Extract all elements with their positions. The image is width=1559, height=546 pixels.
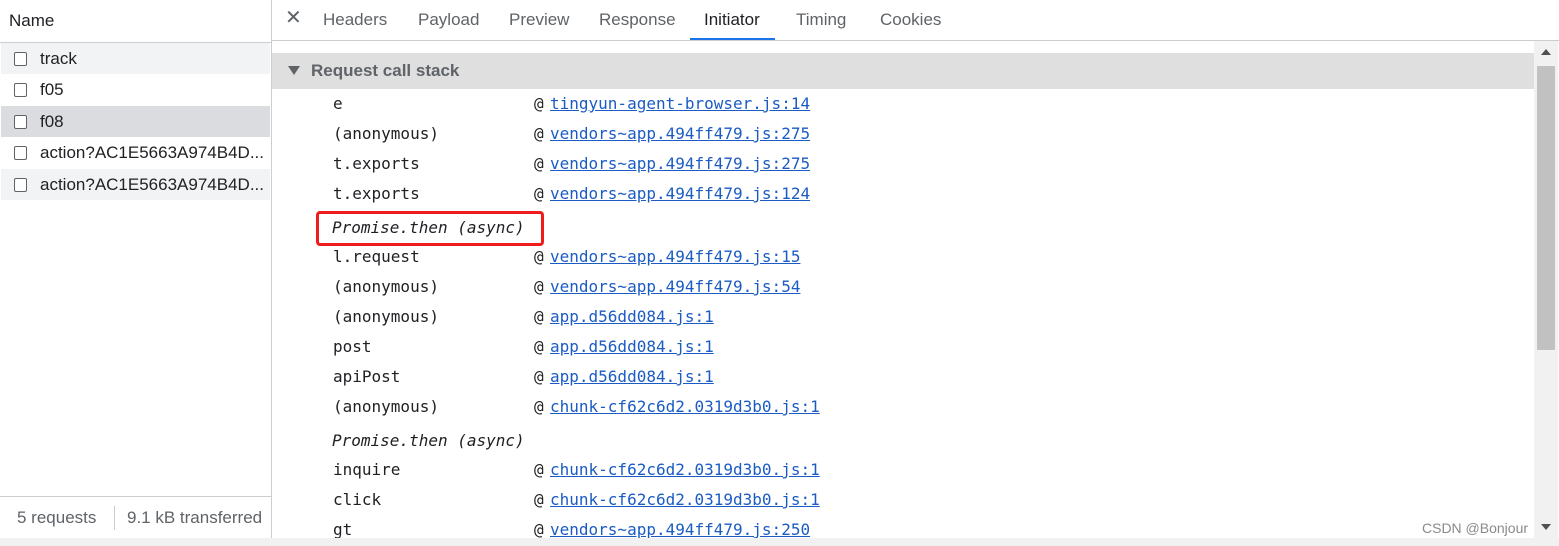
summary-bar: 5 requests 9.1 kB transferred xyxy=(0,496,271,539)
summary-divider xyxy=(114,506,115,530)
stack-frame: t.exports @ vendors~app.494ff479.js:124 xyxy=(272,179,1534,209)
request-checkbox[interactable] xyxy=(14,145,27,160)
frame-source-link[interactable]: app.d56dd084.js:1 xyxy=(550,307,714,326)
at-symbol: @ xyxy=(534,337,544,356)
watermark: CSDN @Bonjour xyxy=(1422,520,1529,536)
frame-function: t.exports xyxy=(333,184,420,203)
request-list-panel: Name track f05 f08 action?AC1E5663A974B4… xyxy=(0,0,272,539)
async-label: Promise.then (async) xyxy=(332,431,525,450)
frame-function: post xyxy=(333,337,372,356)
request-name: f05 xyxy=(40,79,64,99)
request-name: track xyxy=(40,48,77,68)
stack-frame: l.request @ vendors~app.494ff479.js:15 xyxy=(272,242,1534,272)
request-call-stack-header[interactable]: Request call stack xyxy=(272,53,1534,89)
vertical-scrollbar[interactable] xyxy=(1534,41,1558,538)
triangle-down-icon[interactable] xyxy=(288,66,300,75)
at-symbol: @ xyxy=(534,154,544,173)
frame-source-link[interactable]: vendors~app.494ff479.js:275 xyxy=(550,124,810,143)
tab-payload[interactable]: Payload xyxy=(418,0,479,40)
frame-source-link[interactable]: app.d56dd084.js:1 xyxy=(550,337,714,356)
request-name: action?AC1E5663A974B4D... xyxy=(40,174,264,194)
stack-frame: post @ app.d56dd084.js:1 xyxy=(272,332,1534,362)
frame-source-link[interactable]: chunk-cf62c6d2.0319d3b0.js:1 xyxy=(550,490,820,509)
frame-function: gt xyxy=(333,520,353,538)
frame-source-link[interactable]: vendors~app.494ff479.js:275 xyxy=(550,154,810,173)
request-checkbox[interactable] xyxy=(14,82,27,97)
name-column-label: Name xyxy=(9,11,55,30)
request-checkbox[interactable] xyxy=(14,177,27,192)
at-symbol: @ xyxy=(534,94,544,113)
at-symbol: @ xyxy=(534,490,544,509)
request-checkbox[interactable] xyxy=(14,114,27,129)
stack-frame: e @ tingyun-agent-browser.js:14 xyxy=(272,89,1534,119)
stack-frame: (anonymous) @ app.d56dd084.js:1 xyxy=(272,302,1534,332)
frame-function: l.request xyxy=(333,247,420,266)
at-symbol: @ xyxy=(534,397,544,416)
scrollbar-thumb[interactable] xyxy=(1537,66,1555,350)
frame-source-link[interactable]: chunk-cf62c6d2.0319d3b0.js:1 xyxy=(550,397,820,416)
request-checkbox[interactable] xyxy=(14,51,27,66)
frame-function: (anonymous) xyxy=(333,277,439,296)
request-name: action?AC1E5663A974B4D... xyxy=(40,142,264,162)
stack-frame: t.exports @ vendors~app.494ff479.js:275 xyxy=(272,149,1534,179)
frame-source-link[interactable]: tingyun-agent-browser.js:14 xyxy=(550,94,810,113)
stack-frame: (anonymous) @ chunk-cf62c6d2.0319d3b0.js… xyxy=(272,392,1534,422)
bottom-edge xyxy=(0,538,1559,546)
tab-response[interactable]: Response xyxy=(599,0,676,40)
at-symbol: @ xyxy=(534,247,544,266)
request-row-f08-selected[interactable]: f08 xyxy=(1,106,270,137)
stack-frame: inquire @ chunk-cf62c6d2.0319d3b0.js:1 xyxy=(272,455,1534,485)
at-symbol: @ xyxy=(534,460,544,479)
red-highlight-box xyxy=(316,211,544,246)
tab-timing[interactable]: Timing xyxy=(796,0,846,40)
request-details-panel: ✕ Headers Payload Preview Response Initi… xyxy=(272,0,1559,546)
tab-cookies[interactable]: Cookies xyxy=(880,0,941,40)
stack-frame: (anonymous) @ vendors~app.494ff479.js:27… xyxy=(272,119,1534,149)
details-tabbar: ✕ Headers Payload Preview Response Initi… xyxy=(272,0,1559,41)
frame-function: (anonymous) xyxy=(333,307,439,326)
at-symbol: @ xyxy=(534,124,544,143)
at-symbol: @ xyxy=(534,307,544,326)
frame-source-link[interactable]: vendors~app.494ff479.js:54 xyxy=(550,277,800,296)
stack-frame: click @ chunk-cf62c6d2.0319d3b0.js:1 xyxy=(272,485,1534,515)
frame-function: apiPost xyxy=(333,367,401,386)
async-boundary: Promise.then (async) xyxy=(272,425,1534,455)
at-symbol: @ xyxy=(534,184,544,203)
stack-frame: gt @ vendors~app.494ff479.js:250 xyxy=(272,515,1534,538)
at-symbol: @ xyxy=(534,277,544,296)
frame-function: e xyxy=(333,94,343,113)
initiator-content: Request call stack e @ tingyun-agent-bro… xyxy=(272,41,1559,538)
at-symbol: @ xyxy=(534,367,544,386)
request-name: f08 xyxy=(40,111,64,131)
tab-preview[interactable]: Preview xyxy=(509,0,569,40)
at-symbol: @ xyxy=(534,520,544,538)
request-row-f05[interactable]: f05 xyxy=(1,74,270,105)
tab-headers[interactable]: Headers xyxy=(323,0,387,40)
section-title: Request call stack xyxy=(311,61,460,80)
request-row-action-1[interactable]: action?AC1E5663A974B4D... xyxy=(1,137,270,168)
frame-source-link[interactable]: vendors~app.494ff479.js:15 xyxy=(550,247,800,266)
frame-function: click xyxy=(333,490,382,509)
transferred-size: 9.1 kB transferred xyxy=(127,508,263,527)
frame-function: (anonymous) xyxy=(333,124,439,143)
close-icon[interactable]: ✕ xyxy=(285,8,302,28)
devtools-network-panel: Name track f05 f08 action?AC1E5663A974B4… xyxy=(0,0,1559,546)
scroll-down-arrow-icon[interactable] xyxy=(1541,524,1551,530)
frame-source-link[interactable]: vendors~app.494ff479.js:124 xyxy=(550,184,810,203)
stack-frame: apiPost @ app.d56dd084.js:1 xyxy=(272,362,1534,392)
frame-function: (anonymous) xyxy=(333,397,439,416)
frame-source-link[interactable]: vendors~app.494ff479.js:250 xyxy=(550,520,810,538)
name-column-header[interactable]: Name xyxy=(0,0,271,43)
stack-frame: (anonymous) @ vendors~app.494ff479.js:54 xyxy=(272,272,1534,302)
request-row-action-2[interactable]: action?AC1E5663A974B4D... xyxy=(1,169,270,200)
request-count: 5 requests xyxy=(17,508,97,527)
scroll-up-arrow-icon[interactable] xyxy=(1541,49,1551,55)
frame-function: t.exports xyxy=(333,154,420,173)
request-row-track[interactable]: track xyxy=(1,43,270,74)
frame-source-link[interactable]: chunk-cf62c6d2.0319d3b0.js:1 xyxy=(550,460,820,479)
frame-source-link[interactable]: app.d56dd084.js:1 xyxy=(550,367,714,386)
frame-function: inquire xyxy=(333,460,401,479)
tab-initiator[interactable]: Initiator xyxy=(690,0,775,40)
